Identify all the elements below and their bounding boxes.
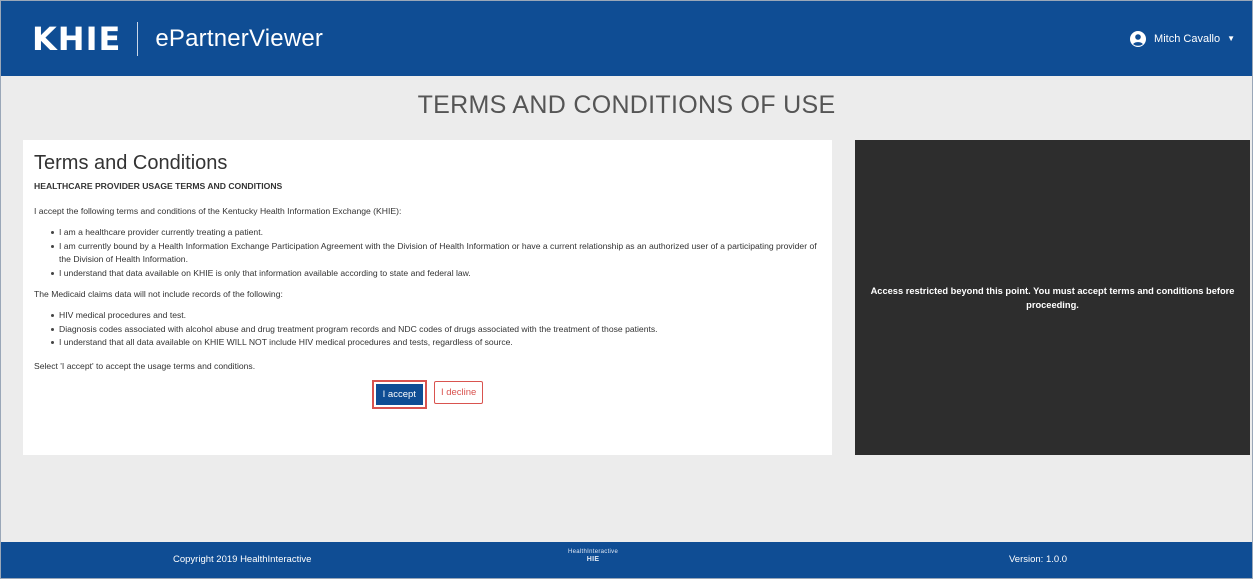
copyright-text: Copyright 2019 HealthInteractive [173, 554, 312, 565]
footer-logo-text: HealthInteractive [568, 549, 619, 555]
logo-divider [137, 21, 139, 56]
accept-highlight: I accept [371, 379, 427, 409]
app-name: ePartnerViewer [155, 24, 324, 52]
list-item: HIV medical procedures and test. [51, 309, 821, 323]
terms-subheading: HEALTHCARE PROVIDER USAGE TERMS AND COND… [34, 181, 283, 191]
medicaid-list: HIV medical procedures and test. Diagnos… [34, 309, 821, 350]
page-title: TERMS AND CONDITIONS OF USE [417, 91, 836, 119]
version-text: Version: 1.0.0 [1009, 554, 1068, 565]
button-row: I accept I decline [34, 379, 821, 409]
restricted-message: Access restricted beyond this point. You… [870, 285, 1235, 310]
footer-logo-sub: HIE [586, 556, 600, 563]
khie-logo[interactable]: KHIE [32, 23, 121, 55]
terms-heading: Terms and Conditions [34, 152, 228, 174]
accept-button[interactable]: I accept [375, 383, 423, 405]
terms-intro: I accept the following terms and conditi… [34, 206, 402, 216]
restricted-panel: Access restricted beyond this point. You… [855, 140, 1250, 455]
footer: Copyright 2019 HealthInteractive HealthI… [1, 542, 1252, 578]
list-item: I understand that data available on KHIE… [51, 267, 821, 281]
user-name: Mitch Cavallo [1154, 32, 1221, 45]
list-item: I am currently bound by a Health Informa… [51, 240, 821, 267]
user-circle-icon [1130, 30, 1147, 47]
terms-panel: Terms and Conditions HEALTHCARE PROVIDER… [23, 140, 832, 455]
caret-down-icon: ▼ [1227, 34, 1235, 43]
list-item: I understand that all data available on … [51, 336, 821, 350]
user-menu[interactable]: Mitch Cavallo ▼ [1130, 30, 1235, 47]
select-note: Select 'I accept' to accept the usage te… [34, 360, 256, 371]
decline-button[interactable]: I decline [433, 380, 484, 404]
medicaid-intro: The Medicaid claims data will not includ… [34, 289, 283, 299]
healthinteractive-logo: HealthInteractive HIE [568, 549, 618, 563]
top-navbar: KHIE ePartnerViewer Mitch Cavallo ▼ [1, 1, 1252, 76]
list-item: I am a healthcare provider currently tre… [51, 226, 821, 240]
terms-list: I am a healthcare provider currently tre… [34, 226, 821, 280]
list-item: Diagnosis codes associated with alcohol … [51, 323, 821, 337]
